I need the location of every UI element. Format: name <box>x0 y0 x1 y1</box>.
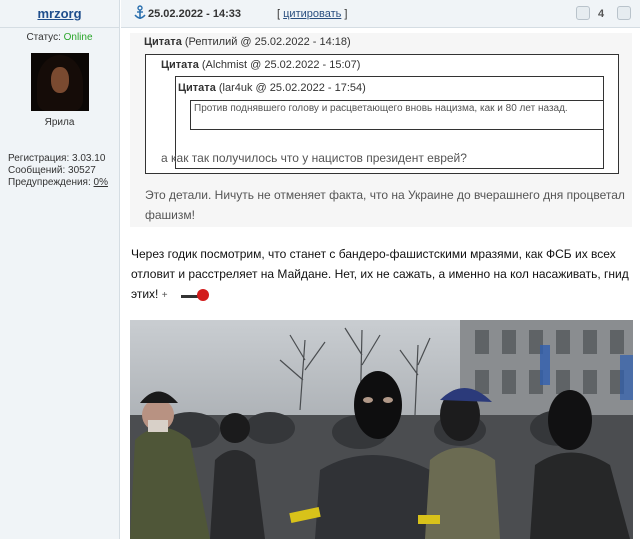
gun-smiley-icon <box>180 288 211 302</box>
user-stats: Регистрация: 3.03.10 Сообщений: 30527 Пр… <box>8 153 119 189</box>
quote-header-2: Цитата (Alchmist @ 25.02.2022 - 15:07) <box>161 59 361 71</box>
stat-messages: Сообщений: 30527 <box>8 165 96 176</box>
quote-header-1: Цитата (Рептилий @ 25.02.2022 - 14:18) <box>144 36 351 48</box>
quote-block-3: Цитата (lar4uk @ 25.02.2022 - 17:54) Про… <box>161 76 604 169</box>
post-datetime: 25.02.2022 - 14:33 <box>148 8 241 20</box>
anchor-icon[interactable] <box>133 5 147 21</box>
status-label: Статус: <box>26 32 61 43</box>
post-photo[interactable] <box>130 320 633 539</box>
rating-count: 4 <box>598 8 605 20</box>
user-panel: mrzorg Статус: Online Ярила Регистрация:… <box>0 0 120 539</box>
quote-block-2: Цитата (Alchmist @ 25.02.2022 - 15:07) Ц… <box>145 54 619 174</box>
user-rank: Ярила <box>44 117 75 128</box>
stat-warnings: Предупреждения: 0% <box>8 177 108 188</box>
quote-reply-3: а как так получилось что у нацистов през… <box>161 151 467 165</box>
quote-reply-1: Это детали. Ничуть не отменяет факта, чт… <box>145 188 625 222</box>
stat-registration: Регистрация: 3.03.10 <box>8 153 106 164</box>
user-status: Статус: Online <box>0 32 119 43</box>
quote-block-outer: Цитата (Рептилий @ 25.02.2022 - 14:18) Ц… <box>130 33 632 227</box>
username-bar: mrzorg <box>0 0 119 28</box>
rate-down-icon[interactable] <box>617 6 631 20</box>
quote-header-3: Цитата (lar4uk @ 25.02.2022 - 17:54) <box>178 82 366 94</box>
post-header: 25.02.2022 - 14:33 [ цитировать ] 4 <box>121 0 640 28</box>
quote-block-4: Против поднявшего голову и расцветающего… <box>190 100 604 130</box>
rate-up-icon[interactable] <box>576 6 590 20</box>
post-body: Через годик посмотрим, что станет с банд… <box>131 244 636 306</box>
warnings-link[interactable]: 0% <box>94 177 108 188</box>
quote-button[interactable]: [ цитировать ] <box>277 8 347 20</box>
status-online: Online <box>63 32 93 43</box>
avatar[interactable] <box>30 53 89 111</box>
username-link[interactable]: mrzorg <box>37 6 81 21</box>
plus-mark: + <box>161 290 168 301</box>
